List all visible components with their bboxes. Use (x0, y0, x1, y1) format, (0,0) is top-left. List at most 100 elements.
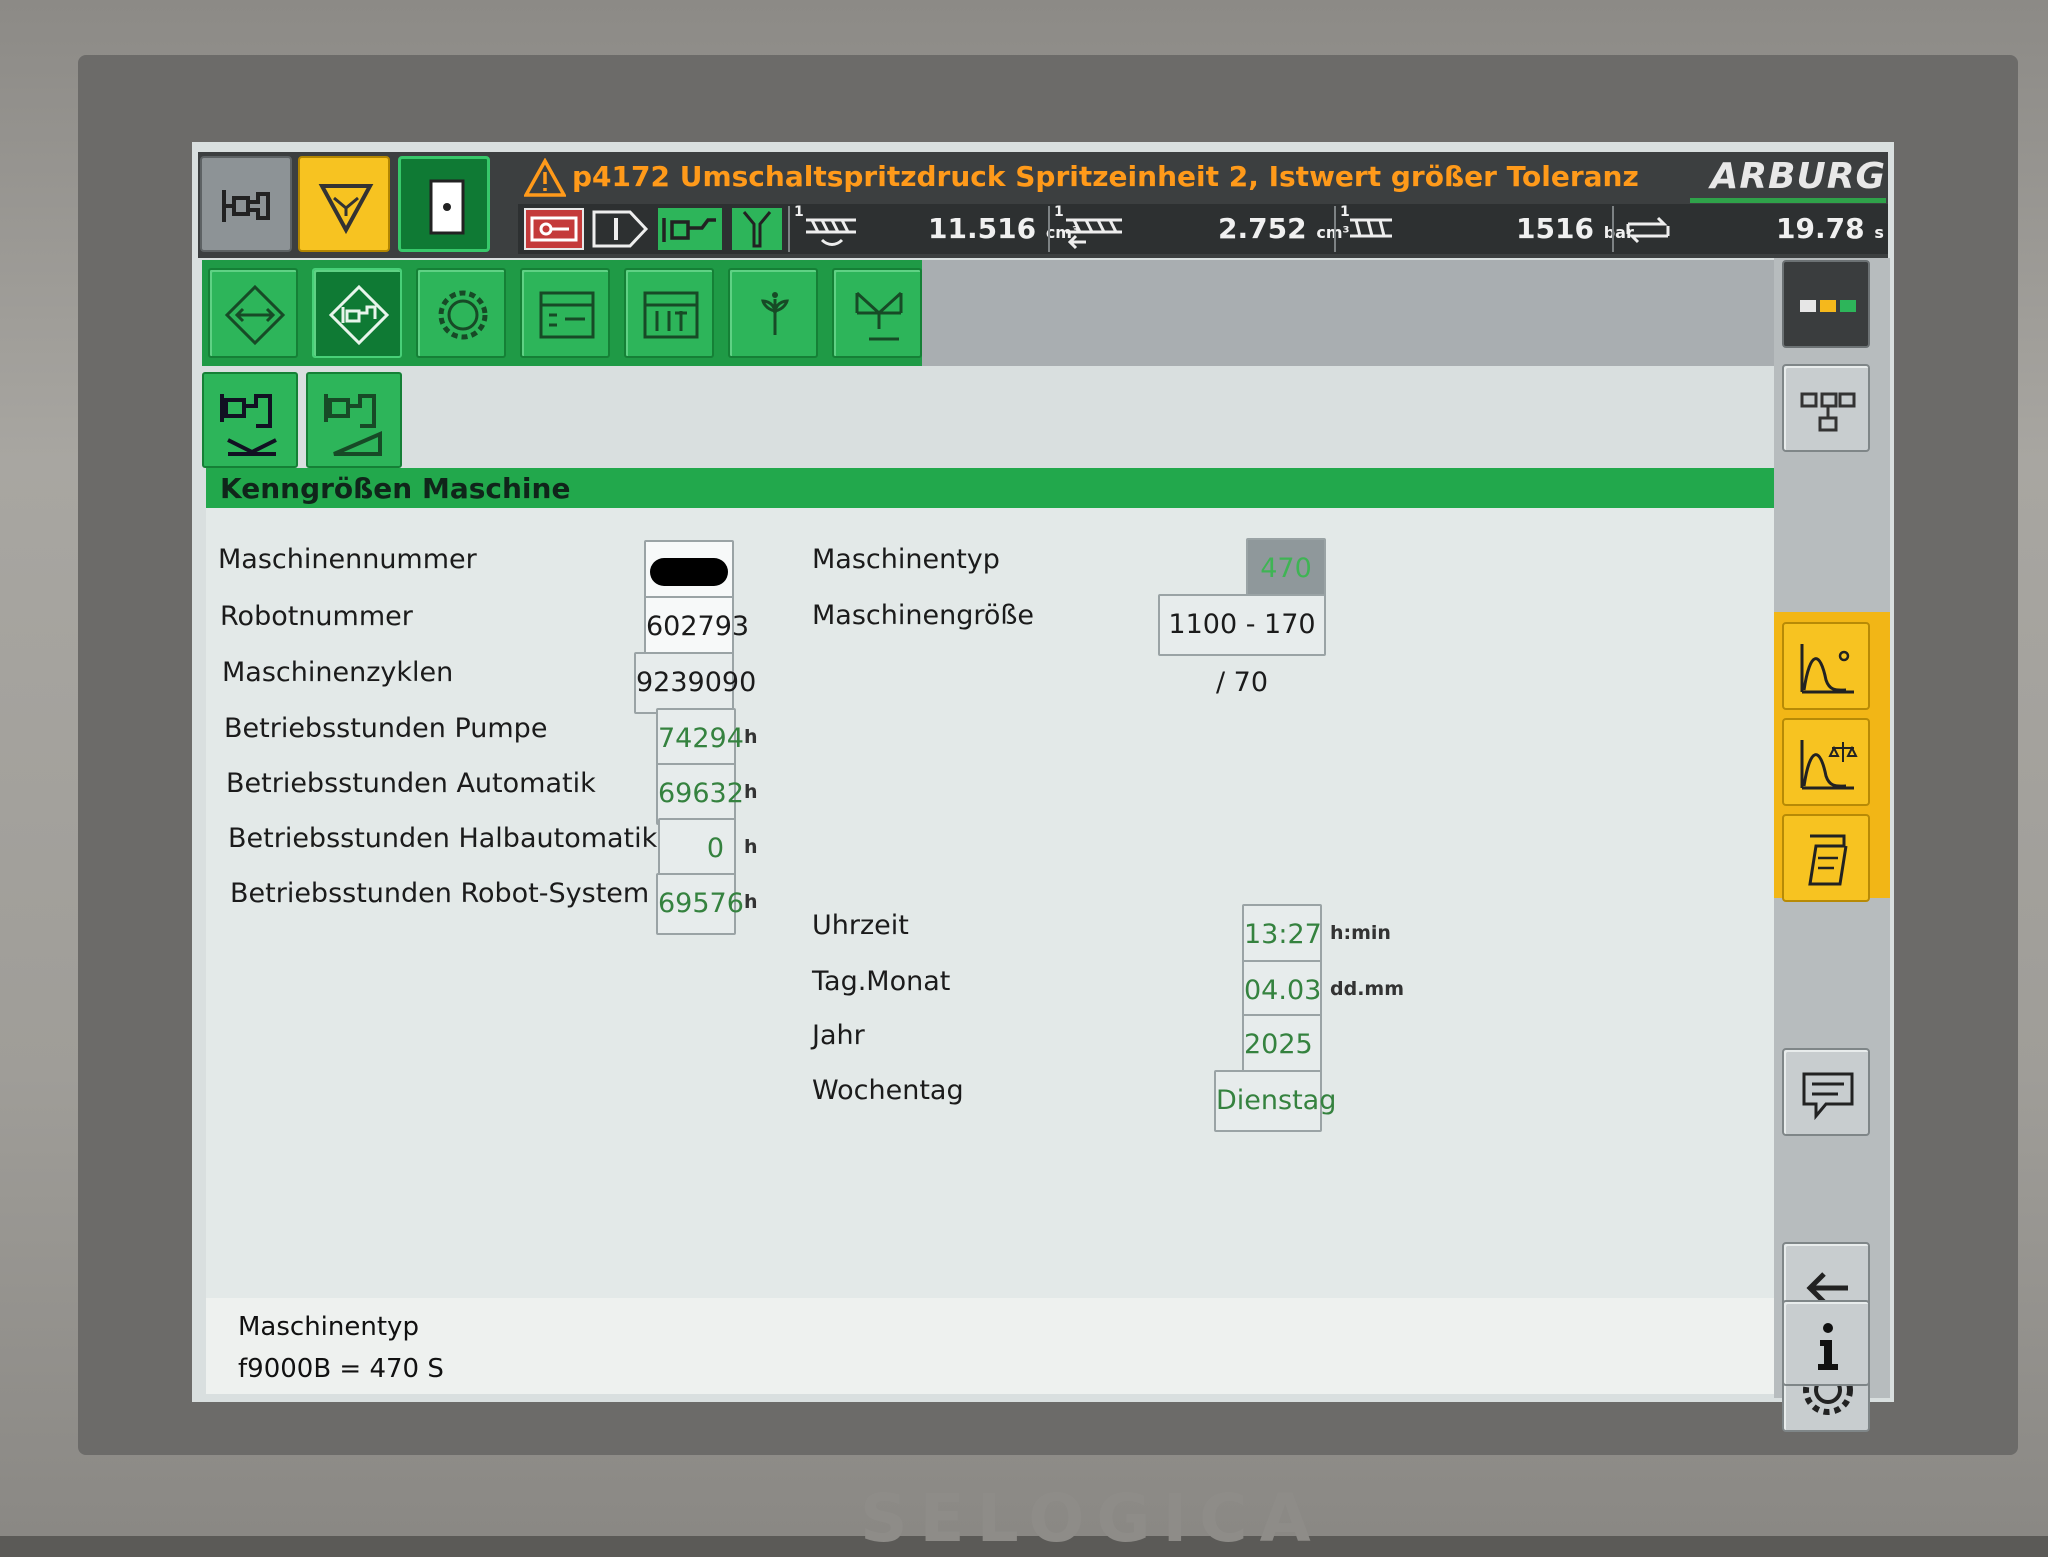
weekday-field[interactable]: Dienstag (1214, 1070, 1336, 1132)
screw-dosing-icon (806, 218, 856, 246)
door-icon (429, 179, 465, 235)
cycle-icon (1626, 216, 1670, 244)
sub-toolbar (202, 366, 1774, 476)
time-unit: h:min (1330, 922, 1391, 944)
robot-number-label: Robotnummer (220, 601, 413, 632)
day-month-label: Tag.Monat (812, 966, 951, 997)
parameter-panel: Maschinennummer Robotnummer 602793 Masch… (206, 508, 1776, 1298)
redaction-mark (650, 558, 728, 586)
tools-icon (643, 291, 699, 339)
robot-number-field[interactable]: 602793 (644, 596, 749, 658)
bezel-brand: SELOGICA (860, 1480, 1323, 1557)
arburg-logo-underline (1690, 198, 1886, 203)
document-button[interactable] (1782, 814, 1870, 902)
machine-button[interactable] (200, 156, 292, 252)
mold-button[interactable] (832, 268, 922, 358)
key-card-status[interactable] (524, 208, 584, 250)
screw-inject-icon (1066, 218, 1122, 250)
warning-funnel-icon (318, 184, 374, 235)
hours-robot-system-label: Betriebsstunden Robot-System (230, 878, 650, 909)
hours-automatic-field[interactable]: 69632 (656, 763, 744, 825)
status-lights-icon (1800, 300, 1856, 312)
pressure-value: 1516 bar (1516, 212, 1634, 245)
curve-balance-icon (1800, 740, 1858, 790)
robot-setup-button[interactable] (312, 268, 402, 358)
gear-button[interactable] (416, 268, 506, 358)
machine-cycles-field[interactable]: 9239090 (634, 652, 756, 714)
machine-ramp-tab[interactable] (306, 372, 402, 468)
overview-button[interactable] (208, 268, 298, 358)
info-line-1: Maschinentyp (238, 1312, 419, 1342)
network-button[interactable] (1782, 364, 1870, 452)
year-field[interactable]: 2025 (1242, 1014, 1322, 1076)
year-label: Jahr (812, 1020, 865, 1051)
hours-pump-unit: h (744, 726, 758, 748)
top-bar: p4172 Umschaltspritzdruck Spritzeinheit … (198, 152, 1888, 258)
comment-icon (1802, 1072, 1854, 1121)
panel-icon (539, 291, 595, 339)
unit-icon (662, 218, 716, 242)
machine-data-tab[interactable] (202, 372, 298, 468)
machine-size-field[interactable]: 1100 - 170 / 70 (1158, 594, 1326, 698)
info-button[interactable] (1782, 1300, 1870, 1386)
day-month-field[interactable]: 04.03 (1242, 960, 1322, 1022)
machine-size-label: Maschinengröße (812, 600, 1034, 631)
day-month-unit: dd.mm (1330, 978, 1405, 1000)
curve-icon (1800, 644, 1854, 694)
info-icon (1818, 1323, 1838, 1370)
status-lights-button[interactable] (1782, 260, 1870, 348)
weekday-label: Wochentag (812, 1075, 964, 1106)
status-row: 1 11.516 cm³ 1 2.752 cm³ 1 1516 bar 19.7… (518, 204, 1888, 254)
switchover-volume-value: 2.752 cm³ (1218, 212, 1350, 245)
hours-automatic-unit: h (744, 781, 758, 803)
right-rail (1774, 258, 1890, 1432)
main-toolbar (202, 260, 922, 366)
sprout-button[interactable] (728, 268, 818, 358)
machine-number-field[interactable] (644, 540, 734, 602)
hours-semiautomatic-label: Betriebsstunden Halbautomatik (228, 823, 658, 854)
hours-pump-field[interactable]: 74294 (656, 708, 744, 770)
hopper-status[interactable] (732, 208, 782, 250)
hmi-screen: p4172 Umschaltspritzdruck Spritzeinheit … (192, 142, 1894, 1432)
machine-number-label: Maschinennummer (218, 544, 477, 575)
curve-button[interactable] (1782, 622, 1870, 710)
cycle-time-value: 19.78 s (1776, 212, 1884, 245)
panel-button[interactable] (520, 268, 610, 358)
injection-status[interactable] (590, 208, 650, 250)
sprout-icon (761, 292, 789, 335)
pressure-icon (1350, 218, 1392, 238)
mold-icon (855, 291, 903, 341)
alert-triangle-icon (524, 158, 566, 197)
machine-icon (222, 190, 270, 222)
gear-icon (438, 290, 488, 340)
hours-robot-system-field[interactable]: 69576 (656, 873, 744, 935)
machine-type-label: Maschinentyp (812, 544, 1000, 575)
key-card-icon (530, 216, 578, 242)
time-label: Uhrzeit (812, 910, 909, 941)
network-icon (1800, 392, 1856, 432)
toolbar-fill (922, 260, 1774, 366)
time-field[interactable]: 13:27 (1242, 904, 1322, 966)
door-button[interactable] (398, 156, 490, 252)
hours-robot-system-unit: h (744, 891, 758, 913)
warning-funnel-button[interactable] (298, 156, 390, 252)
alarm-message[interactable]: p4172 Umschaltspritzdruck Spritzeinheit … (572, 160, 1639, 193)
section-title: Kenngrößen Maschine (220, 472, 571, 505)
alarm-row: p4172 Umschaltspritzdruck Spritzeinheit … (518, 152, 1888, 204)
machine-down-icon (220, 394, 277, 456)
injection-icon (592, 210, 649, 248)
arburg-logo: ARBURG (1710, 156, 1886, 197)
machine-ramp-icon (324, 394, 382, 456)
tools-button[interactable] (624, 268, 714, 358)
machine-type-field[interactable]: 470 S (1246, 538, 1326, 642)
machine-cycles-label: Maschinenzyklen (222, 657, 454, 688)
unit-status[interactable] (658, 208, 722, 250)
section-header: Kenngrößen Maschine (206, 468, 1776, 508)
robot-diamond-icon (328, 284, 390, 346)
comment-button[interactable] (1782, 1048, 1870, 1136)
document-icon (1808, 834, 1848, 886)
info-panel: Maschinentyp f9000B = 470 S (206, 1298, 1776, 1394)
hours-semiautomatic-field[interactable]: 0 (658, 818, 736, 880)
info-line-2: f9000B = 470 S (238, 1354, 444, 1384)
curve-balance-button[interactable] (1782, 718, 1870, 806)
